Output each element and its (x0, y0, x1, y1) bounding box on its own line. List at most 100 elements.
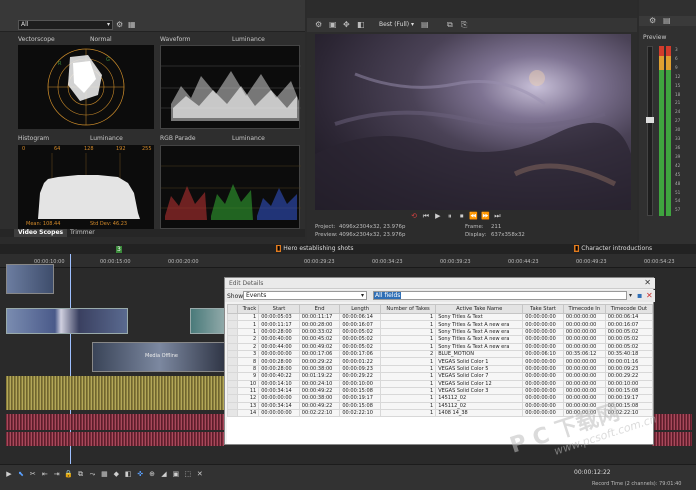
table-cell[interactable]: 1 (379, 320, 437, 329)
table-cell[interactable]: 00:00:00:00 (258, 394, 300, 403)
grid-overlay-icon[interactable]: ▤ (421, 20, 429, 30)
table-cell[interactable]: 00:00:10:00 (339, 379, 381, 388)
table-cell[interactable]: VEGAS Solid Color 12 (435, 379, 524, 388)
table-cell[interactable]: 1 (379, 335, 437, 344)
auto-ripple-icon[interactable]: ⤳ (87, 469, 97, 479)
table-cell[interactable]: 00:00:05:02 (339, 342, 381, 351)
crossfade-icon[interactable]: ✕ (195, 469, 205, 479)
table-row[interactable]: 11 00:00:34:14 00:00:49:22 00:00:15:08 1 VEGA… (227, 386, 653, 396)
table-cell[interactable]: 1 (379, 312, 437, 322)
table-cell[interactable]: Sony Titles & Text A new era (435, 320, 524, 329)
table-cell[interactable]: 00:00:00:00 (522, 342, 564, 351)
waveform-mode[interactable]: Luminance (232, 36, 265, 43)
table-cell[interactable]: 1 (236, 312, 260, 322)
quality-dropdown[interactable]: Best (Full) ▾ (379, 21, 414, 28)
table-cell[interactable]: Sony Titles & Text A new era (435, 327, 524, 337)
table-cell[interactable]: 00:00:45:02 (298, 335, 341, 344)
selection-icon[interactable]: ⬚ (183, 469, 193, 479)
column-header[interactable]: Take Start (522, 304, 564, 314)
table-cell[interactable]: 00:00:05:02 (604, 327, 653, 337)
table-cell[interactable]: 1 (236, 320, 260, 329)
column-header[interactable]: Start (258, 304, 300, 314)
move-icon[interactable]: ✥ (343, 20, 350, 30)
fade-icon[interactable]: ◢ (159, 469, 169, 479)
row-selector[interactable] (227, 327, 238, 337)
table-cell[interactable]: 00:00:11:17 (258, 320, 300, 329)
column-header[interactable]: Length (339, 304, 381, 314)
next-frame-icon[interactable]: ⏩ (481, 211, 491, 221)
row-selector[interactable] (227, 342, 238, 351)
table-cell[interactable]: 1 (379, 327, 437, 337)
save-snapshot-icon[interactable]: ⎘ (461, 20, 467, 30)
table-cell[interactable]: 00:00:00:00 (522, 379, 564, 388)
loop-icon[interactable]: ⟲ (409, 211, 419, 221)
table-cell[interactable]: 00:00:49:02 (298, 342, 341, 351)
scope-select-dropdown[interactable]: All ▾ (18, 20, 113, 30)
column-header[interactable]: Number of Takes (379, 304, 437, 314)
marker-characters[interactable]: ▮ Character introductions (574, 245, 652, 252)
table-row[interactable]: 8 00:00:28:00 00:00:38:00 00:00:09:23 1 VEGAS… (227, 364, 653, 374)
table-cell[interactable]: 00:00:00:00 (258, 349, 300, 359)
table-row[interactable]: 1 00:00:05:03 00:00:11:17 00:00:06:14 1 Sony … (227, 312, 653, 322)
table-cell[interactable]: Sony Titles & Text A new era (435, 342, 524, 351)
column-header[interactable]: End (298, 304, 341, 314)
table-cell[interactable]: 00:00:00:00 (562, 372, 606, 381)
table-row[interactable]: 2 00:00:44:00 00:00:49:02 00:00:05:02 1 Sony … (227, 342, 653, 351)
table-row[interactable]: 1 00:00:11:17 00:00:28:00 00:00:16:07 1 Sony … (227, 320, 653, 329)
table-cell[interactable]: 00:00:01:16 (604, 357, 653, 366)
table-cell[interactable]: 1 (379, 372, 437, 381)
histogram-mode[interactable]: Luminance (90, 135, 123, 142)
table-cell[interactable]: 00:01:19:22 (298, 372, 341, 381)
table-cell[interactable]: 2 (236, 335, 260, 344)
table-cell[interactable]: 00:00:05:02 (604, 342, 653, 351)
table-cell[interactable]: 00:00:15:08 (339, 401, 381, 411)
snap-icon[interactable]: ⧉ (76, 469, 86, 479)
play-from-start-icon[interactable]: ⏮ (421, 211, 431, 221)
tab-video-scopes[interactable]: Video Scopes (14, 229, 68, 237)
show-dropdown[interactable]: Events ▾ (243, 291, 367, 300)
table-cell[interactable]: 1 (379, 379, 437, 388)
table-cell[interactable]: 00:00:34:14 (258, 386, 300, 396)
table-cell[interactable]: 00:00:00:00 (522, 335, 564, 344)
table-cell[interactable]: 00:00:28:00 (258, 327, 300, 337)
table-cell[interactable]: 00:00:40:00 (258, 335, 300, 344)
table-cell[interactable]: VEGAS Solid Color 1 (435, 357, 524, 366)
table-cell[interactable]: 00:00:00:00 (522, 312, 564, 322)
row-selector[interactable] (227, 320, 238, 329)
table-row[interactable]: 1 00:00:28:00 00:00:33:02 00:00:05:02 1 Sony … (227, 327, 653, 337)
table-cell[interactable]: 00:00:00:00 (522, 357, 564, 366)
trim-start-icon[interactable]: ⇤ (40, 469, 50, 479)
table-cell[interactable]: Sony Titles & Text (435, 312, 524, 322)
table-cell[interactable]: 1 (379, 394, 437, 403)
table-cell[interactable]: 00:00:00:00 (522, 401, 564, 411)
table-cell[interactable]: 00:00:29:22 (604, 372, 653, 381)
table-cell[interactable]: 00:00:29:22 (339, 372, 381, 381)
table-cell[interactable]: 00:00:00:00 (258, 409, 300, 418)
external-monitor-icon[interactable]: ▣ (329, 20, 337, 30)
row-selector[interactable] (227, 357, 238, 366)
close-icon[interactable]: ✕ (644, 278, 651, 287)
column-header[interactable]: Track (236, 304, 260, 314)
table-cell[interactable]: 00:00:19:17 (339, 394, 381, 403)
table-cell[interactable]: 00:00:00:00 (562, 342, 606, 351)
table-cell[interactable]: 00:00:44:00 (258, 342, 300, 351)
row-selector[interactable] (227, 409, 238, 418)
fader-handle[interactable] (646, 117, 654, 123)
table-cell[interactable]: 00:00:33:02 (298, 327, 341, 337)
table-cell[interactable]: 00:00:38:00 (298, 364, 341, 374)
table-cell[interactable]: 1 (379, 342, 437, 351)
table-cell[interactable]: 1408 14_38 (435, 409, 524, 418)
table-cell[interactable]: 00:00:00:00 (562, 327, 606, 337)
table-cell[interactable]: 8 (236, 357, 260, 366)
table-cell[interactable]: 00:00:17:06 (339, 349, 381, 359)
table-cell[interactable]: 00:00:16:07 (339, 320, 381, 329)
table-cell[interactable]: 1 (236, 327, 260, 337)
table-cell[interactable]: 00:00:34:14 (258, 401, 300, 411)
play-icon[interactable]: ▶ (433, 211, 443, 221)
table-cell[interactable]: 00:00:00:00 (562, 357, 606, 366)
split-screen-icon[interactable]: ◧ (357, 20, 365, 30)
group-icon[interactable]: ▣ (171, 469, 181, 479)
table-cell[interactable]: 1 (379, 409, 437, 418)
split-icon[interactable]: ✂ (28, 469, 38, 479)
row-selector[interactable] (227, 312, 238, 322)
